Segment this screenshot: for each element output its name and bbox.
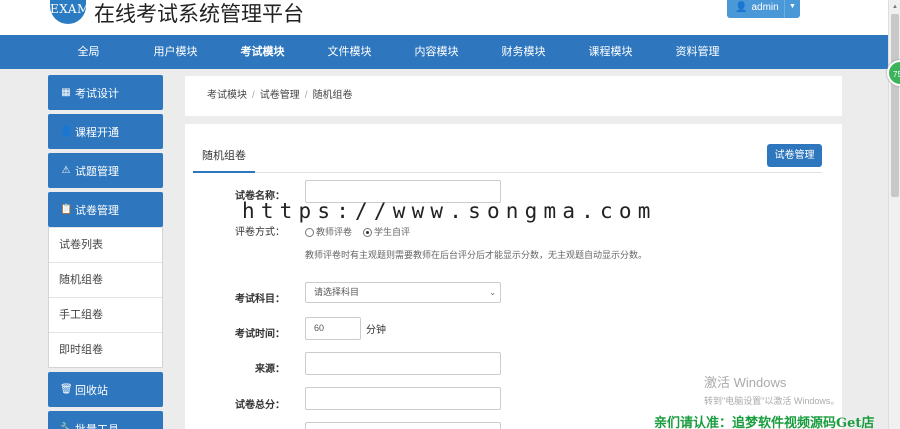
sidebar: ▦ 考试设计 👤 课程开通 ⚠ 试题管理 📋 试卷管理 试卷列表 随机组卷 手工… [48, 75, 163, 429]
warning-icon: ⚠ [61, 165, 71, 176]
breadcrumb-item-current: 随机组卷 [312, 90, 353, 101]
nav-item-materials[interactable]: 资料管理 [654, 35, 741, 69]
total-score-label: 试卷总分： [235, 400, 285, 411]
tab-divider [255, 172, 822, 173]
radio-student[interactable] [363, 228, 373, 237]
radio-teacher-label: 教师评卷 [316, 227, 353, 237]
user-icon: 👤 [60, 126, 73, 137]
breadcrumb: 考试模块 / 试卷管理 / 随机组卷 [185, 76, 842, 116]
subject-label: 考试科目： [235, 294, 285, 305]
windows-activation-title: 激活 Windows [704, 375, 787, 390]
source-input[interactable] [305, 352, 501, 375]
nav-item-finance[interactable]: 财务模块 [480, 35, 567, 69]
paper-icon: 📋 [60, 204, 73, 215]
sidebar-subitem-manual[interactable]: 手工组卷 [49, 297, 162, 332]
sidebar-item-label: 试卷管理 [75, 204, 119, 217]
time-input[interactable]: 60 [305, 317, 361, 340]
paper-manage-button[interactable]: 试卷管理 [767, 144, 822, 167]
sidebar-item-label: 批量工具 [75, 421, 119, 429]
sidebar-item-recycle[interactable]: 🗑 回收站 [48, 372, 163, 407]
grading-radio-group: 教师评卷 学生自评 [305, 225, 410, 237]
user-icon: 👤 [735, 1, 748, 13]
sidebar-subitem-instant[interactable]: 即时组卷 [49, 332, 162, 367]
user-menu-button[interactable]: 👤 admin ▼ [727, 0, 800, 18]
sidebar-item-exam-design[interactable]: ▦ 考试设计 [48, 75, 163, 110]
breadcrumb-item[interactable]: 考试模块 [207, 90, 247, 101]
sidebar-item-label: 回收站 [75, 384, 108, 397]
top-nav: 全局 用户模块 考试模块 文件模块 内容模块 财务模块 课程模块 资料管理 [0, 35, 888, 69]
time-unit: 分钟 [366, 325, 386, 336]
user-name: admin [751, 1, 779, 13]
logo[interactable]: EXAM [50, 0, 89, 24]
breadcrumb-separator: / [304, 90, 308, 101]
sidebar-item-questions[interactable]: ⚠ 试题管理 [48, 153, 163, 188]
sidebar-item-papers[interactable]: 📋 试卷管理 [48, 192, 163, 227]
breadcrumb-item[interactable]: 试卷管理 [260, 90, 300, 101]
sidebar-item-batch[interactable]: 🔧 批量工具 [48, 411, 163, 429]
grading-label: 评卷方式： [235, 227, 285, 238]
nav-item-global[interactable]: 全局 [45, 35, 132, 69]
trash-icon: 🗑 [60, 384, 73, 395]
sidebar-subitem-random[interactable]: 随机组卷 [49, 262, 162, 297]
time-label: 考试时间： [235, 329, 285, 340]
nav-item-exam[interactable]: 考试模块 [219, 35, 306, 69]
sidebar-item-label: 考试设计 [75, 87, 119, 100]
windows-activation-subtitle: 转到"电脑设置"以激活 Windows。 [704, 396, 840, 406]
promo-banner: 亲们请认准：追梦软件视频源码Get店 [654, 416, 875, 429]
sidebar-item-label: 试题管理 [75, 165, 119, 178]
grading-help-text: 教师评卷时有主观题则需要教师在后台评分后才能显示分数，无主观题自动显示分数。 [305, 250, 648, 260]
breadcrumb-separator: / [252, 90, 255, 101]
nav-item-files[interactable]: 文件模块 [306, 35, 393, 69]
grid-icon: ▦ [61, 87, 71, 98]
caret-down-icon: ▼ [784, 0, 800, 18]
nav-item-users[interactable]: 用户模块 [132, 35, 219, 69]
sidebar-submenu-papers: 试卷列表 随机组卷 手工组卷 即时组卷 [48, 227, 163, 368]
total-score-input[interactable] [305, 387, 501, 410]
radio-teacher[interactable] [305, 228, 314, 237]
header: EXAM 在线考试系统管理平台 👤 admin ▼ [0, 0, 900, 35]
chevron-down-icon: ⌄ [489, 288, 496, 297]
sidebar-item-label: 课程开通 [75, 126, 119, 139]
site-title: 在线考试系统管理平台 [94, 3, 304, 26]
windows-activation-notice: 激活 Windows 转到"电脑设置"以激活 Windows。 [704, 372, 839, 407]
subject-select-value: 请选择科目 [314, 287, 360, 297]
url-watermark: https://www.songma.com [242, 199, 657, 223]
nav-item-content[interactable]: 内容模块 [393, 35, 480, 69]
tab-random-paper[interactable]: 随机组卷 [193, 146, 255, 173]
wrench-icon: 🔧 [60, 423, 73, 429]
next-input[interactable] [305, 422, 501, 429]
scroll-up-icon[interactable]: ▲ [892, 4, 898, 10]
nav-item-courses[interactable]: 课程模块 [567, 35, 654, 69]
scrollbar-thumb[interactable] [891, 14, 899, 197]
sidebar-subitem-paper-list[interactable]: 试卷列表 [49, 227, 162, 262]
sidebar-item-course[interactable]: 👤 课程开通 [48, 114, 163, 149]
radio-student-label: 学生自评 [374, 227, 411, 237]
source-label: 来源： [255, 364, 285, 375]
subject-select[interactable]: 请选择科目 ⌄ [305, 282, 501, 303]
